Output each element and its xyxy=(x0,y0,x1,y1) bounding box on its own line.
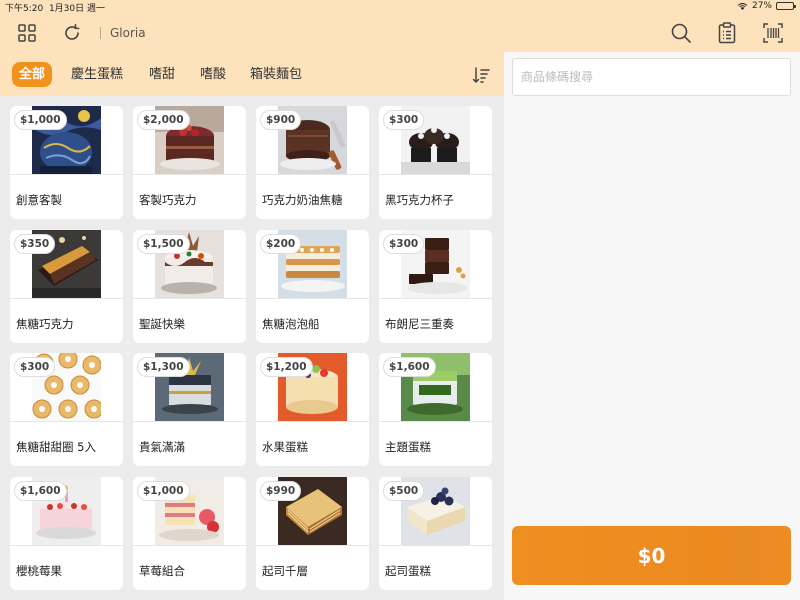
card-divider xyxy=(10,421,123,422)
product-name: 黑巧克力杯子 xyxy=(385,193,454,207)
status-indicators: 27% xyxy=(737,1,796,11)
product-name: 布朗尼三重奏 xyxy=(385,317,454,331)
product-card[interactable]: $1,000 創意客製 xyxy=(10,106,123,219)
product-card[interactable]: $990 起司千層 xyxy=(256,477,369,590)
top-bar: Gloria xyxy=(0,14,800,52)
product-card[interactable]: $1,600 主題蛋糕 xyxy=(379,353,492,466)
cart-panel: $0 xyxy=(504,52,800,600)
product-card[interactable]: $1,500 聖誕快樂 xyxy=(133,230,246,343)
product-price: $300 xyxy=(383,110,425,130)
product-price: $1,300 xyxy=(137,357,190,377)
card-divider xyxy=(256,298,369,299)
tab-all[interactable]: 全部 xyxy=(12,62,53,87)
product-name: 草莓組合 xyxy=(139,564,185,578)
product-price: $1,200 xyxy=(260,357,313,377)
category-bar: 全部 慶生蛋糕 嗜甜 嗜酸 箱裝麵包 xyxy=(0,52,504,96)
card-divider xyxy=(133,298,246,299)
product-card[interactable]: $900 巧克力奶油焦糖 xyxy=(256,106,369,219)
card-divider xyxy=(379,421,492,422)
tab-boxed-bread[interactable]: 箱裝麵包 xyxy=(243,62,309,87)
card-divider xyxy=(379,298,492,299)
product-card[interactable]: $1,300 貴氣滿滿 xyxy=(133,353,246,466)
product-price: $1,000 xyxy=(14,110,67,130)
card-divider xyxy=(10,545,123,546)
product-price: $900 xyxy=(260,110,302,130)
product-card[interactable]: $300 布朗尼三重奏 xyxy=(379,230,492,343)
card-divider xyxy=(256,545,369,546)
product-price: $1,000 xyxy=(137,481,190,501)
product-name: 焦糖甜甜圈 5入 xyxy=(16,440,96,454)
product-name: 主題蛋糕 xyxy=(385,440,431,454)
product-price: $2,000 xyxy=(137,110,190,130)
barcode-scan-icon xyxy=(763,23,783,43)
product-card[interactable]: $2,000 客製巧克力 xyxy=(133,106,246,219)
refresh-button[interactable] xyxy=(59,20,85,46)
barcode-scan-button[interactable] xyxy=(760,20,786,46)
product-name: 創意客製 xyxy=(16,193,62,207)
wifi-icon xyxy=(737,3,748,10)
header-divider xyxy=(100,27,101,39)
product-card[interactable]: $300 焦糖甜甜圈 5入 xyxy=(10,353,123,466)
sort-button[interactable] xyxy=(470,64,492,86)
product-name: 水果蛋糕 xyxy=(262,440,308,454)
product-name: 櫻桃莓果 xyxy=(16,564,62,578)
product-name: 起司千層 xyxy=(262,564,308,578)
product-price: $350 xyxy=(14,234,56,254)
user-name: Gloria xyxy=(110,26,146,40)
product-card[interactable]: $200 焦糖泡泡船 xyxy=(256,230,369,343)
product-price: $1,600 xyxy=(14,481,67,501)
product-name: 焦糖巧克力 xyxy=(16,317,74,331)
product-price: $990 xyxy=(260,481,302,501)
product-price: $300 xyxy=(383,234,425,254)
product-card[interactable]: $1,200 水果蛋糕 xyxy=(256,353,369,466)
tab-birthday-cake[interactable]: 慶生蛋糕 xyxy=(64,62,130,87)
card-divider xyxy=(10,174,123,175)
card-divider xyxy=(10,298,123,299)
product-price: $200 xyxy=(260,234,302,254)
tab-sour[interactable]: 嗜酸 xyxy=(193,62,233,87)
battery-percent: 27% xyxy=(751,1,772,11)
status-bar: 下午5:20 1月30日 週一 27% xyxy=(0,0,800,14)
card-divider xyxy=(379,545,492,546)
product-card[interactable]: $350 焦糖巧克力 xyxy=(10,230,123,343)
product-name: 起司蛋糕 xyxy=(385,564,431,578)
grid-menu-button[interactable] xyxy=(14,20,40,46)
product-name: 客製巧克力 xyxy=(139,193,197,207)
product-card[interactable]: $500 起司蛋糕 xyxy=(379,477,492,590)
grid-icon xyxy=(18,24,36,42)
product-price: $1,600 xyxy=(383,357,436,377)
product-grid: $1,000 創意客製 $2,000 客製巧克力 $900 巧克力奶油焦糖 $3… xyxy=(0,96,504,600)
product-name: 聖誕快樂 xyxy=(139,317,185,331)
product-name: 焦糖泡泡船 xyxy=(262,317,320,331)
order-list-button[interactable] xyxy=(714,20,740,46)
product-price: $1,500 xyxy=(137,234,190,254)
card-divider xyxy=(133,545,246,546)
card-divider xyxy=(256,421,369,422)
barcode-search-input[interactable] xyxy=(512,58,791,96)
refresh-icon xyxy=(65,24,80,40)
card-divider xyxy=(133,421,246,422)
sort-icon xyxy=(472,67,490,84)
clipboard-icon xyxy=(718,22,736,44)
product-card[interactable]: $1,000 草莓組合 xyxy=(133,477,246,590)
card-divider xyxy=(379,174,492,175)
product-price: $300 xyxy=(14,357,56,377)
battery-icon xyxy=(776,2,796,10)
product-price: $500 xyxy=(383,481,425,501)
product-name: 貴氣滿滿 xyxy=(139,440,185,454)
card-divider xyxy=(133,174,246,175)
card-divider xyxy=(256,174,369,175)
search-button[interactable] xyxy=(668,20,694,46)
checkout-total-button[interactable]: $0 xyxy=(512,526,791,585)
product-name: 巧克力奶油焦糖 xyxy=(262,193,343,207)
status-time: 下午5:20 1月30日 週一 xyxy=(5,4,105,14)
tab-sweet[interactable]: 嗜甜 xyxy=(142,62,182,87)
product-card[interactable]: $1,600 櫻桃莓果 xyxy=(10,477,123,590)
search-icon xyxy=(671,23,691,43)
product-card[interactable]: $300 黑巧克力杯子 xyxy=(379,106,492,219)
